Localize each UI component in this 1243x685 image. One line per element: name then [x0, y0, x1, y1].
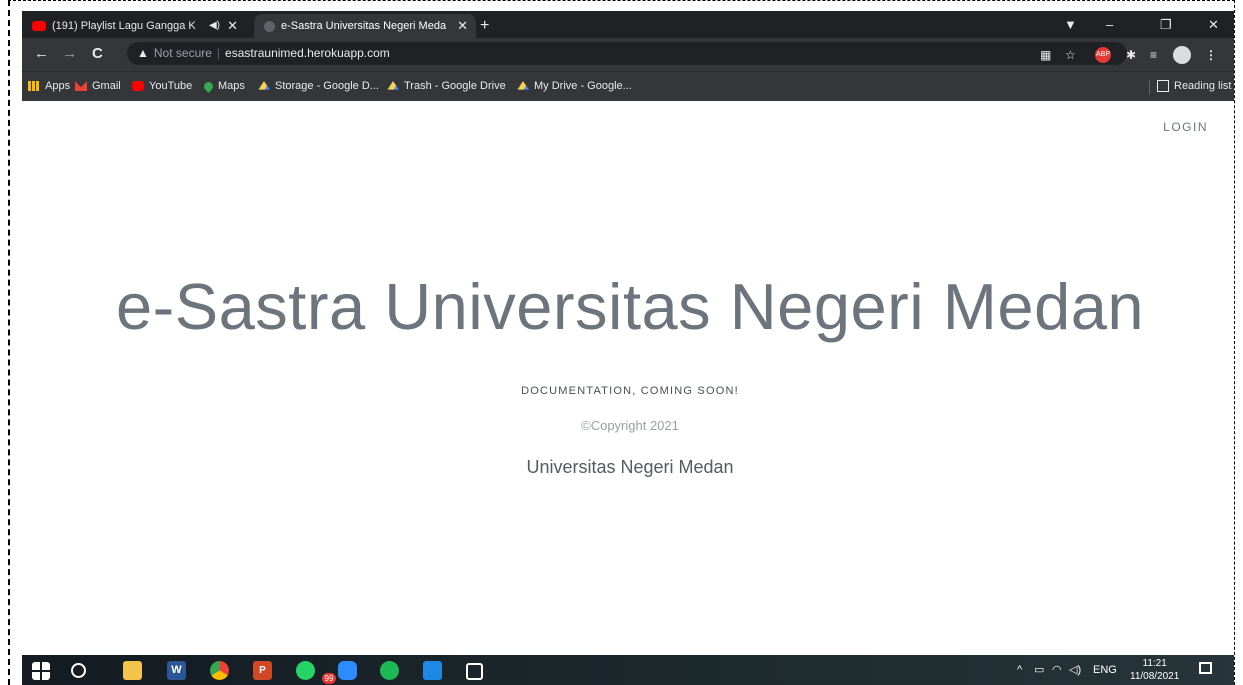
bookmark-maps[interactable]: Maps	[202, 78, 245, 95]
pen-tablet-icon[interactable]	[466, 663, 483, 680]
tab-youtube-playlist[interactable]: (191) Playlist Lagu Gangga K ◀) ✕	[22, 14, 246, 38]
warning-icon[interactable]: ▲	[137, 46, 149, 60]
university-name: Universitas Negeri Medan	[526, 457, 734, 477]
bookmark-label: Maps	[218, 80, 245, 92]
clock-date: 11/08/2021	[1130, 671, 1180, 682]
spotify-icon[interactable]	[380, 661, 399, 680]
web-page: LOGIN e-Sastra Universitas Negeri Medan …	[22, 101, 1234, 655]
chrome-icon[interactable]	[210, 661, 229, 680]
bookmark-label: Storage - Google D...	[275, 80, 379, 92]
audio-playing-icon[interactable]: ◀)	[209, 14, 220, 38]
bookmark-gmail[interactable]: Gmail	[75, 78, 121, 95]
bookmark-youtube[interactable]: YouTube	[132, 78, 192, 95]
media-control-icon[interactable]: ≡	[1150, 45, 1157, 65]
browser-toolbar: ← → C ▲ Not secure | esastraunimed.herokuap…	[22, 38, 1234, 71]
bookmark-star-icon[interactable]: ☆	[1065, 45, 1076, 65]
file-explorer-icon[interactable]	[123, 661, 142, 680]
url-text[interactable]: esastraunimed.herokuapp.com	[225, 46, 390, 60]
language-indicator[interactable]: ENG	[1093, 663, 1117, 677]
copyright-text: ©Copyright 2021	[581, 418, 679, 433]
close-window-button[interactable]: ✕	[1208, 15, 1219, 35]
reading-list-button[interactable]: Reading list	[1157, 78, 1231, 95]
maps-icon	[202, 79, 215, 93]
tab-label: (191) Playlist Lagu Gangga K	[52, 20, 196, 32]
bookmark-my-drive[interactable]: My Drive - Google...	[517, 78, 632, 95]
apps-icon	[28, 81, 40, 92]
bookmark-label: Trash - Google Drive	[404, 80, 506, 92]
restore-button[interactable]: ❐	[1160, 15, 1172, 35]
minimize-button[interactable]: –	[1106, 15, 1113, 35]
bookmark-storage-drive[interactable]: Storage - Google D...	[258, 78, 379, 95]
volume-icon[interactable]: ◁)	[1069, 663, 1081, 677]
youtube-icon	[32, 21, 46, 32]
tray-chevron-icon[interactable]: ^	[1017, 663, 1022, 677]
reading-list-label: Reading list	[1174, 80, 1232, 92]
screen: (191) Playlist Lagu Gangga K ◀) ✕ e-Sast…	[8, 0, 1235, 685]
word-icon[interactable]: W	[167, 661, 186, 680]
system-clock[interactable]: 11:21 11/08/2021	[1130, 657, 1179, 683]
url-separator: |	[216, 46, 221, 60]
tab-esastra[interactable]: e-Sastra Universitas Negeri Meda ✕	[254, 14, 476, 38]
documentation-notice: DOCUMENTATION, COMING SOON!	[521, 385, 739, 397]
gmail-icon	[75, 81, 87, 92]
drive-icon	[258, 81, 270, 90]
login-link[interactable]: LOGIN	[1163, 120, 1208, 134]
bookmark-label: My Drive - Google...	[534, 80, 632, 92]
forward-button[interactable]: →	[62, 44, 77, 64]
wifi-icon[interactable]: ◠	[1052, 663, 1062, 677]
profile-avatar[interactable]	[1173, 46, 1191, 64]
search-icon[interactable]	[71, 663, 86, 678]
zoom-icon[interactable]	[338, 661, 357, 680]
whatsapp-badge: 99	[322, 673, 336, 684]
bookmark-trash-drive[interactable]: Trash - Google Drive	[387, 78, 506, 95]
back-button[interactable]: ←	[34, 44, 49, 64]
bookmark-label: YouTube	[149, 80, 193, 92]
menu-kebab-icon[interactable]: ⋮	[1205, 45, 1217, 65]
notification-center-icon[interactable]	[1199, 662, 1212, 674]
qr-code-icon[interactable]: ▦	[1040, 45, 1051, 65]
new-tab-button[interactable]: +	[480, 14, 489, 38]
drive-icon	[387, 81, 399, 90]
extensions-puzzle-icon[interactable]: ✱	[1126, 45, 1136, 65]
battery-icon[interactable]: ▭	[1034, 663, 1044, 677]
security-label[interactable]: Not secure	[154, 46, 212, 60]
clock-time: 11:21	[1142, 658, 1167, 669]
close-tab-icon[interactable]: ✕	[457, 14, 468, 38]
page-title: e-Sastra Universitas Negeri Medan	[115, 270, 1145, 343]
whatsapp-icon[interactable]	[296, 661, 315, 680]
close-tab-icon[interactable]: ✕	[227, 14, 238, 38]
bookmark-apps[interactable]: Apps	[28, 78, 70, 95]
adblock-icon[interactable]: ABP	[1095, 47, 1111, 63]
tab-strip: (191) Playlist Lagu Gangga K ◀) ✕ e-Sast…	[22, 11, 1234, 38]
bookmarks-bar: Apps Gmail YouTube Maps Storage - Google…	[22, 71, 1234, 101]
address-bar[interactable]: ▲ Not secure | esastraunimed.herokuapp.com	[127, 42, 1127, 65]
video-editor-icon[interactable]	[423, 661, 442, 680]
windows-taskbar: W P 99 ^ ▭ ◠ ◁) ENG 11:21 11/08/2021	[22, 655, 1234, 685]
reading-list-icon	[1157, 80, 1169, 93]
drive-icon	[517, 81, 529, 90]
tab-label: e-Sastra Universitas Negeri Meda	[281, 20, 447, 32]
youtube-icon	[132, 81, 144, 92]
bookmark-label: Apps	[45, 80, 71, 92]
bookmarks-divider	[1149, 80, 1150, 94]
reload-button[interactable]: C	[92, 44, 103, 64]
tab-search-icon[interactable]: ▼	[1064, 15, 1077, 35]
bookmark-label: Gmail	[92, 80, 121, 92]
powerpoint-icon[interactable]: P	[253, 661, 272, 680]
windows-start-icon[interactable]	[32, 662, 50, 680]
globe-icon	[264, 20, 275, 32]
